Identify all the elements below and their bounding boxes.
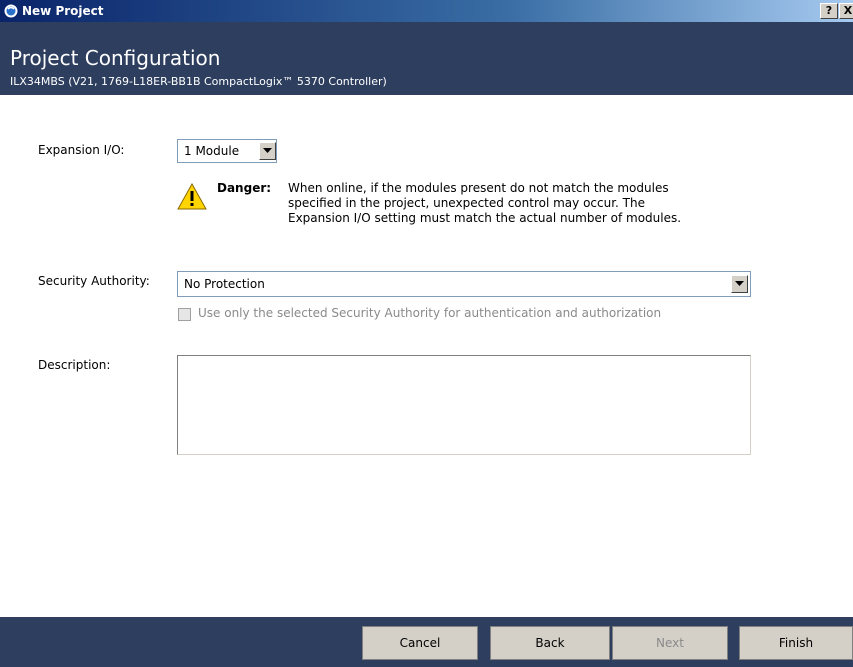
wizard-header: Project Configuration ILX34MBS (V21, 176… bbox=[0, 22, 853, 95]
security-authority-only-label: Use only the selected Security Authority… bbox=[198, 306, 662, 320]
page-title: Project Configuration bbox=[10, 46, 221, 70]
danger-message: When online, if the modules present do n… bbox=[288, 181, 758, 226]
next-button[interactable]: Next bbox=[612, 626, 728, 660]
warning-icon bbox=[177, 183, 207, 210]
security-authority-select[interactable]: No Protection bbox=[177, 271, 751, 297]
cancel-button[interactable]: Cancel bbox=[362, 626, 478, 660]
expansion-io-value: 1 Module bbox=[184, 144, 240, 158]
chevron-down-icon bbox=[263, 148, 272, 153]
security-authority-value: No Protection bbox=[184, 277, 265, 291]
security-authority-label: Security Authority: bbox=[38, 274, 150, 288]
expansion-io-select[interactable]: 1 Module bbox=[177, 139, 277, 163]
finish-button[interactable]: Finish bbox=[739, 626, 853, 660]
window-title: New Project bbox=[22, 4, 104, 18]
danger-line-1: When online, if the modules present do n… bbox=[288, 181, 669, 195]
back-button[interactable]: Back bbox=[490, 626, 610, 660]
danger-label: Danger: bbox=[217, 181, 272, 195]
security-authority-only-checkbox[interactable] bbox=[178, 308, 191, 321]
configuration-panel: Expansion I/O: 1 Module Danger: When onl… bbox=[0, 95, 853, 617]
danger-line-3: Expansion I/O setting must match the act… bbox=[288, 211, 682, 225]
danger-line-2: specified in the project, unexpected con… bbox=[288, 196, 645, 210]
app-icon bbox=[3, 3, 19, 19]
expansion-io-label: Expansion I/O: bbox=[38, 143, 125, 157]
page-subtitle: ILX34MBS (V21, 1769-L18ER-BB1B CompactLo… bbox=[10, 75, 387, 88]
expansion-io-dropdown-button[interactable] bbox=[259, 142, 276, 160]
security-authority-dropdown-button[interactable] bbox=[731, 275, 748, 293]
wizard-footer: Cancel Back Next Finish bbox=[0, 617, 853, 667]
chevron-down-icon bbox=[735, 281, 744, 286]
help-button[interactable]: ? bbox=[820, 3, 838, 19]
description-label: Description: bbox=[38, 358, 111, 372]
close-button[interactable]: X bbox=[839, 3, 853, 19]
description-textarea[interactable] bbox=[177, 355, 751, 455]
title-bar: New Project ? X bbox=[0, 0, 853, 22]
